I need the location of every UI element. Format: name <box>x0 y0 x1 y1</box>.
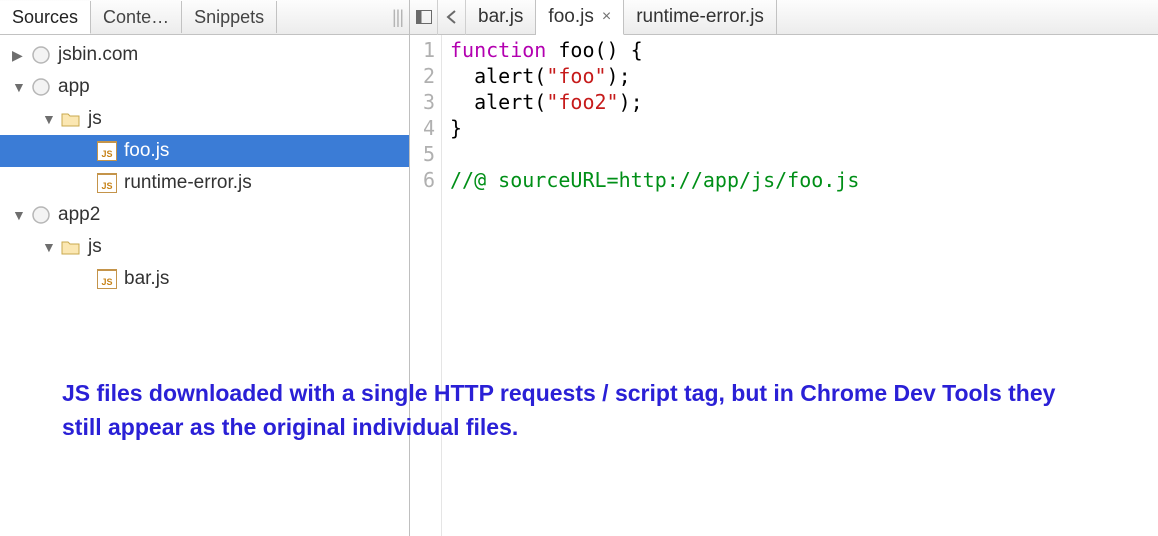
code-editor[interactable]: 1 2 3 4 5 6 function foo() { alert("foo"… <box>410 35 1158 536</box>
sources-sidebar: Sources Conte… Snippets ||| ▶ jsbin.com … <box>0 0 410 536</box>
code-content[interactable]: function foo() { alert("foo"); alert("fo… <box>442 35 859 536</box>
tree-domain-app[interactable]: ▼ app <box>0 71 409 103</box>
code-token: //@ sourceURL=http://app/js/foo.js <box>450 168 859 192</box>
devtools-root: Sources Conte… Snippets ||| ▶ jsbin.com … <box>0 0 1158 536</box>
tree-label: js <box>88 236 102 258</box>
tree-folder-app-js[interactable]: ▼ js <box>0 103 409 135</box>
js-file-icon: JS <box>96 172 118 194</box>
code-token: ); <box>619 90 643 114</box>
tree-file-bar-js[interactable]: JS bar.js <box>0 263 409 295</box>
history-back-icon[interactable] <box>438 0 466 35</box>
sidebar-tabstrip: Sources Conte… Snippets ||| <box>0 0 409 35</box>
tab-content-scripts[interactable]: Conte… <box>91 1 182 33</box>
editor-tab-runtime-error-js[interactable]: runtime-error.js <box>624 0 777 34</box>
tab-snippets[interactable]: Snippets <box>182 1 277 33</box>
code-token: foo() { <box>546 38 642 62</box>
chevron-down-icon: ▼ <box>42 111 60 127</box>
js-file-icon: JS <box>96 140 118 162</box>
tree-domain-jsbin[interactable]: ▶ jsbin.com <box>0 39 409 71</box>
tab-label: runtime-error.js <box>636 6 764 28</box>
chevron-down-icon: ▼ <box>12 79 30 95</box>
folder-icon <box>60 236 82 258</box>
code-token: ); <box>607 64 631 88</box>
tree-label: jsbin.com <box>58 44 138 66</box>
chevron-down-icon: ▼ <box>12 207 30 223</box>
file-tree: ▶ jsbin.com ▼ app ▼ js <box>0 35 409 536</box>
code-token: "foo" <box>546 64 606 88</box>
tree-label: app2 <box>58 204 100 226</box>
tree-file-foo-js[interactable]: JS foo.js <box>0 135 409 167</box>
domain-icon <box>30 44 52 66</box>
code-token: alert( <box>450 90 546 114</box>
editor-area: bar.js foo.js × runtime-error.js 1 2 3 4… <box>410 0 1158 536</box>
line-number: 6 <box>410 167 435 193</box>
overlay-annotation: JS files downloaded with a single HTTP r… <box>62 376 1092 444</box>
tab-sources[interactable]: Sources <box>0 1 91 34</box>
tree-label: js <box>88 108 102 130</box>
editor-tab-foo-js[interactable]: foo.js × <box>536 0 624 35</box>
line-number: 2 <box>410 63 435 89</box>
editor-tabstrip: bar.js foo.js × runtime-error.js <box>410 0 1158 35</box>
tree-label: runtime-error.js <box>124 172 252 194</box>
js-file-icon: JS <box>96 268 118 290</box>
tree-label: app <box>58 76 90 98</box>
folder-icon <box>60 108 82 130</box>
code-token: function <box>450 38 546 62</box>
close-icon[interactable]: × <box>602 8 611 26</box>
toggle-navigator-icon[interactable] <box>410 0 438 35</box>
editor-tab-bar-js[interactable]: bar.js <box>466 0 536 34</box>
tree-file-runtime-error-js[interactable]: JS runtime-error.js <box>0 167 409 199</box>
line-number: 3 <box>410 89 435 115</box>
line-gutter: 1 2 3 4 5 6 <box>410 35 442 536</box>
tree-folder-app2-js[interactable]: ▼ js <box>0 231 409 263</box>
tree-label: foo.js <box>124 140 169 162</box>
tab-label: foo.js <box>548 6 593 28</box>
chevron-down-icon: ▼ <box>42 239 60 255</box>
code-token: "foo2" <box>546 90 618 114</box>
line-number: 4 <box>410 115 435 141</box>
tab-label: bar.js <box>478 6 523 28</box>
resize-handle-icon[interactable]: ||| <box>386 7 409 28</box>
tree-label: bar.js <box>124 268 169 290</box>
line-number: 1 <box>410 37 435 63</box>
code-token: } <box>450 116 462 140</box>
chevron-right-icon: ▶ <box>12 47 30 64</box>
code-token: alert( <box>450 64 546 88</box>
tree-domain-app2[interactable]: ▼ app2 <box>0 199 409 231</box>
domain-icon <box>30 204 52 226</box>
line-number: 5 <box>410 141 435 167</box>
domain-icon <box>30 76 52 98</box>
